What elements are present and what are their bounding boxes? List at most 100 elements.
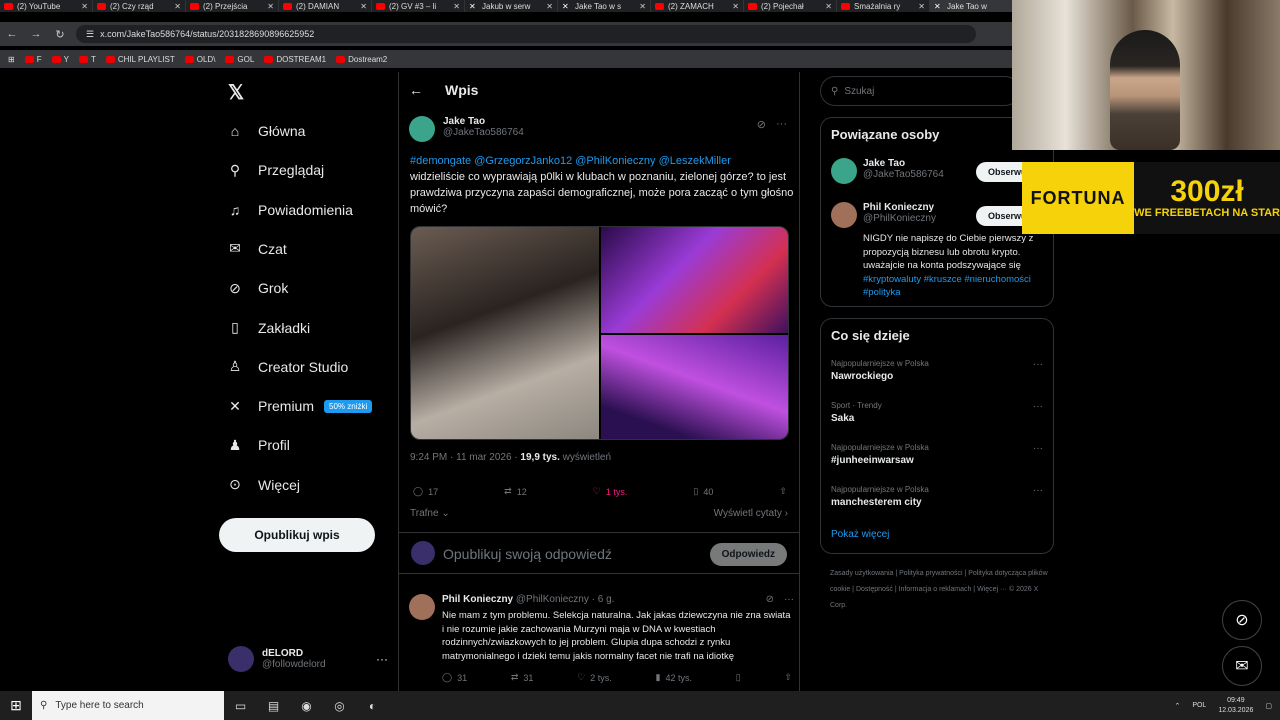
reply-submit-button[interactable]: Odpowiedz [709, 543, 787, 566]
close-icon[interactable]: ✕ [732, 2, 739, 11]
sidebar-item-premium[interactable]: ✕ Premium 50% zniżki [226, 391, 373, 421]
taskbar-search[interactable]: ⚲ Type here to search [32, 691, 224, 720]
sidebar-item-czat[interactable]: ✉ Czat [226, 234, 287, 264]
footer-links[interactable]: Zasady użytkowania | Polityka prywatnośc… [830, 566, 1050, 614]
more-dots-icon[interactable]: ··· [776, 118, 787, 131]
view-quotes-link[interactable]: Wyświetl cytaty › [714, 508, 788, 519]
url-field[interactable]: ☰ x.com/JakeTao586764/status/20318286908… [76, 25, 976, 43]
close-icon[interactable]: ✕ [174, 2, 181, 11]
show-more-link[interactable]: Pokaż więcej [831, 529, 889, 540]
media-image-2[interactable] [601, 227, 788, 333]
bookmark-item[interactable]: F [24, 55, 42, 64]
bookmark-item[interactable]: Y [51, 55, 69, 64]
file-explorer-icon[interactable]: ▤ [257, 699, 290, 713]
tweet-author[interactable]: Jake Tao @JakeTao586764 [409, 116, 524, 142]
browser-tab[interactable]: (2) Pojechał ✕ [744, 0, 837, 12]
back-arrow-icon[interactable]: ← [409, 82, 423, 98]
more-dots-icon[interactable]: ··· [1033, 485, 1043, 496]
windows-start-icon[interactable]: ⊞ [0, 697, 32, 714]
trend-item[interactable]: Najpopularniejsze w Polska Nawrockiego ··· [831, 359, 1045, 382]
sidebar-item-creator-studio[interactable]: ♙ Creator Studio [226, 352, 349, 382]
tray-chevron-icon[interactable]: ⌃ [1174, 702, 1180, 710]
browser-tab[interactable]: (2) GV #3 – li ✕ [372, 0, 465, 12]
browser-tab[interactable]: ✕Jake Tao w✕ [930, 0, 1023, 12]
bookmark-item[interactable]: DOSTREAM1 [264, 55, 326, 64]
bookmark-button[interactable]: ▯ [736, 672, 741, 683]
sidebar-item-profil[interactable]: ♟ Profil [226, 430, 290, 460]
x-logo-icon[interactable]: 𝕏 [228, 80, 244, 105]
more-dots-icon[interactable]: ··· [784, 594, 794, 605]
reply-button[interactable]: ◯ 17 [413, 486, 438, 497]
site-info-icon[interactable]: ☰ [86, 29, 94, 40]
person-item[interactable]: Jake Tao @JakeTao586764 [831, 158, 944, 184]
more-dots-icon[interactable]: ··· [1033, 443, 1043, 454]
author-name[interactable]: Jake Tao [443, 116, 524, 127]
share-button[interactable]: ⇧ [784, 672, 792, 683]
reply-input[interactable]: Opublikuj swoją odpowiedź [443, 546, 612, 562]
bookmark-item[interactable]: Dostream2 [336, 55, 387, 64]
messages-float-icon[interactable]: ✉ [1222, 646, 1262, 686]
obs-icon[interactable]: ◐ [356, 699, 389, 713]
person-item[interactable]: Phil Konieczny @PhilKonieczny [831, 202, 936, 228]
bookmark-item[interactable]: T [78, 55, 96, 64]
apps-icon[interactable]: ⊞ [8, 55, 15, 64]
comment-author[interactable]: Phil Konieczny [442, 594, 513, 605]
browser-tab[interactable]: (2) ZAMACH ✕ [651, 0, 744, 12]
media-image-1[interactable] [411, 227, 599, 439]
tweet-links[interactable]: #demongate @GrzegorzJanko12 @PhilKoniecz… [410, 155, 731, 167]
like-button[interactable]: ♡ 2 tys. [577, 672, 612, 683]
browser-tab[interactable]: (2) DAMIAN ✕ [279, 0, 372, 12]
bio-tags[interactable]: #kryptowaluty #kruszce #nieruchomości #p… [863, 274, 1031, 299]
like-button[interactable]: ♡ 1 tys. [593, 486, 628, 497]
sidebar-item-więcej[interactable]: ⊙ Więcej [226, 470, 300, 500]
chrome-icon[interactable]: ◎ [323, 699, 356, 713]
grok-float-icon[interactable]: ⊘ [1222, 600, 1262, 640]
more-dots-icon[interactable]: ··· [376, 652, 388, 666]
tweet-timestamp[interactable]: 9:24 PM · 11 mar 2026 · [410, 452, 520, 463]
avatar[interactable] [831, 202, 857, 228]
task-view-icon[interactable]: ▭ [224, 699, 257, 713]
discord-icon[interactable]: ◉ [290, 699, 323, 713]
grok-icon[interactable]: ⊘ [766, 594, 774, 605]
close-icon[interactable]: ✕ [918, 2, 925, 11]
author-handle[interactable]: @JakeTao586764 [443, 127, 524, 138]
sidebar-item-zakładki[interactable]: ▯ Zakładki [226, 313, 310, 343]
close-icon[interactable]: ✕ [546, 2, 553, 11]
reload-icon[interactable]: ↻ [48, 28, 72, 41]
person-name[interactable]: Jake Tao [863, 158, 944, 169]
more-dots-icon[interactable]: ··· [1033, 401, 1043, 412]
account-switcher[interactable]: dELORD @followdelord ··· [228, 646, 388, 672]
close-icon[interactable]: ✕ [267, 2, 274, 11]
clock[interactable]: 09:49 12.03.2026 [1218, 696, 1253, 716]
close-icon[interactable]: ✕ [81, 2, 88, 11]
close-icon[interactable]: ✕ [453, 2, 460, 11]
repost-button[interactable]: ⇄ 31 [511, 672, 534, 683]
bookmark-item[interactable]: OLD\ [184, 55, 215, 64]
person-name[interactable]: Phil Konieczny [863, 202, 936, 213]
forward-icon[interactable]: → [24, 28, 48, 40]
browser-tab[interactable]: (2) Czy rząd ✕ [93, 0, 186, 12]
sidebar-item-grok[interactable]: ⊘ Grok [226, 273, 288, 303]
sidebar-item-główna[interactable]: ⌂ Główna [226, 116, 306, 146]
bookmark-item[interactable]: GOL [225, 55, 254, 64]
sort-dropdown[interactable]: Trafne ⌄ [410, 508, 450, 519]
trend-item[interactable]: Sport · Trendy Saka ··· [831, 401, 1045, 424]
search-input[interactable]: ⚲ Szukaj [820, 76, 1020, 106]
browser-tab[interactable]: (2) Przejścia ✕ [186, 0, 279, 12]
views-button[interactable]: ▮ 42 tys. [656, 672, 692, 683]
language-indicator[interactable]: POL [1192, 702, 1206, 709]
browser-tab[interactable]: ✕ Jake Tao w s ✕ [558, 0, 651, 12]
avatar[interactable] [409, 594, 435, 620]
close-icon[interactable]: ✕ [360, 2, 367, 11]
browser-tab[interactable]: Smażalnia ry ✕ [837, 0, 930, 12]
trend-item[interactable]: Najpopularniejsze w Polska #junheeinwarsa… [831, 443, 1045, 466]
back-icon[interactable]: ← [0, 28, 24, 40]
sidebar-item-powiadomienia[interactable]: ♫ Powiadomienia [226, 195, 353, 225]
post-button[interactable]: Opublikuj wpis [219, 518, 375, 552]
browser-tab[interactable]: ✕ Jakub w serw ✕ [465, 0, 558, 12]
media-image-3[interactable] [601, 335, 788, 439]
tweet-media[interactable] [410, 226, 789, 440]
avatar[interactable] [409, 116, 435, 142]
bookmark-button[interactable]: ▯ 40 [693, 486, 713, 497]
share-button[interactable]: ⇧ [779, 486, 787, 497]
